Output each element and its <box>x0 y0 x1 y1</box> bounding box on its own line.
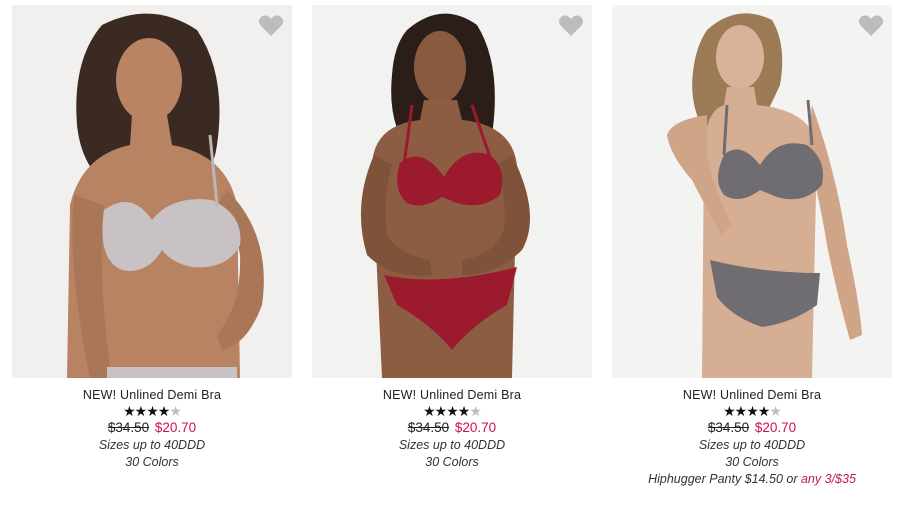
rating-full-stars: ★★★★ <box>723 403 770 419</box>
original-price: $34.50 <box>107 420 150 435</box>
colors-count: 30 Colors <box>725 455 779 469</box>
product-card: NEW! Unlined Demi Bra ★★★★★ $34.50 $20.7… <box>312 5 592 469</box>
product-card: NEW! Unlined Demi Bra ★★★★★ $34.50 $20.7… <box>12 5 292 469</box>
product-image[interactable] <box>612 5 892 378</box>
sizes-info: Sizes up to 40DDD <box>698 438 806 452</box>
original-price: $34.50 <box>407 420 450 435</box>
rating-stars: ★★★★★ <box>312 403 592 419</box>
sizes-info: Sizes up to 40DDD <box>398 438 506 452</box>
product-title[interactable]: NEW! Unlined Demi Bra <box>312 388 592 402</box>
product-image[interactable] <box>12 5 292 378</box>
rating-full-stars: ★★★★ <box>123 403 170 419</box>
product-card: NEW! Unlined Demi Bra ★★★★★ $34.50 $20.7… <box>612 5 892 486</box>
rating-half-star: ★ <box>169 403 182 419</box>
rating-half-star: ★ <box>769 403 782 419</box>
heart-icon[interactable] <box>858 14 884 38</box>
model-photo <box>12 5 292 378</box>
rating-stars: ★★★★★ <box>12 403 292 419</box>
bundle-promo: Hiphugger Panty $14.50 or any 3/$35 <box>612 472 892 486</box>
sale-price: $20.70 <box>754 420 797 435</box>
colors-count: 30 Colors <box>125 455 179 469</box>
rating-half-star: ★ <box>469 403 482 419</box>
promo-text: Hiphugger Panty $14.50 or <box>648 472 801 486</box>
sale-price: $20.70 <box>154 420 197 435</box>
product-image[interactable] <box>312 5 592 378</box>
heart-icon[interactable] <box>258 14 284 38</box>
promo-deal-link[interactable]: any 3/$35 <box>801 472 856 486</box>
product-grid: NEW! Unlined Demi Bra ★★★★★ $34.50 $20.7… <box>0 0 912 505</box>
heart-icon[interactable] <box>558 14 584 38</box>
sizes-info: Sizes up to 40DDD <box>98 438 206 452</box>
price: $34.50 $20.70 <box>12 420 292 435</box>
rating-full-stars: ★★★★ <box>423 403 470 419</box>
product-title[interactable]: NEW! Unlined Demi Bra <box>612 388 892 402</box>
product-title[interactable]: NEW! Unlined Demi Bra <box>12 388 292 402</box>
price: $34.50 $20.70 <box>312 420 592 435</box>
colors-count: 30 Colors <box>425 455 479 469</box>
original-price: $34.50 <box>707 420 750 435</box>
price: $34.50 $20.70 <box>612 420 892 435</box>
model-photo <box>612 5 892 378</box>
rating-stars: ★★★★★ <box>612 403 892 419</box>
model-photo <box>312 5 592 378</box>
sale-price: $20.70 <box>454 420 497 435</box>
